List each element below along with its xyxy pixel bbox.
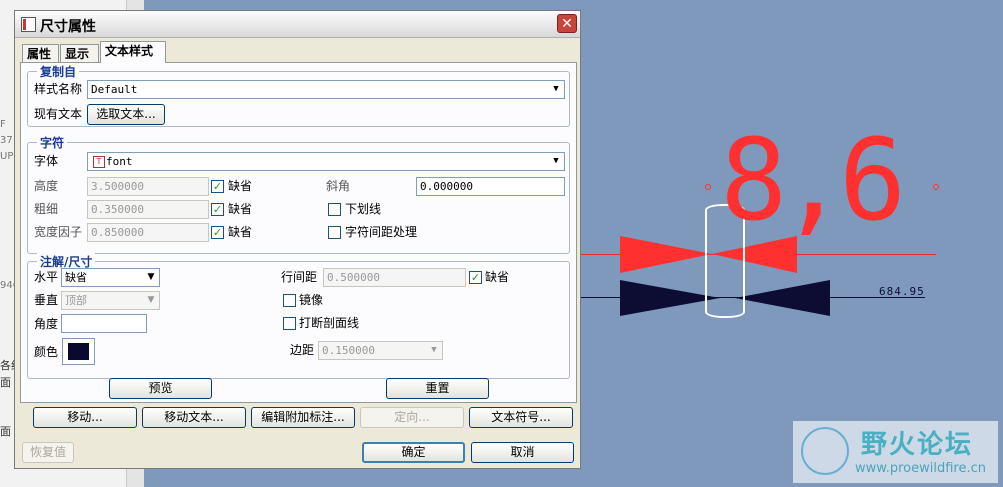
width-factor-label: 宽度因子 (34, 225, 83, 239)
break-hatch-label: 打断剖面线 (299, 316, 360, 330)
red-annotation-text[interactable]: 8,6 (720, 125, 906, 237)
width-factor-default-checkbox[interactable]: ✓ (211, 226, 224, 239)
dialog-title: 尺寸属性 (40, 19, 96, 35)
preview-button[interactable]: 预览 (109, 378, 212, 399)
line-spacing-default-label: 缺省 (485, 270, 510, 284)
height-label: 高度 (34, 179, 59, 193)
angle-input[interactable] (61, 314, 147, 333)
dimension-properties-dialog: 尺寸属性 ✕ 属性 显示 文本样式 复制自 样式名称 Default ▼ 现有文… (14, 10, 581, 469)
width-factor-input[interactable]: 0.850000 (87, 223, 209, 242)
margin-value: 0.150000 (322, 344, 375, 357)
red-arrow-left (620, 236, 712, 273)
dark-arrow-right (735, 280, 830, 316)
cancel-button[interactable]: 取消 (471, 442, 574, 463)
butterfly-logo-icon (801, 427, 849, 475)
chevron-down-icon: ▼ (553, 156, 559, 166)
restore-button[interactable]: 恢复值 (22, 442, 74, 463)
line-spacing-input[interactable]: 0.500000 (323, 268, 466, 287)
tab-properties[interactable]: 属性 (22, 44, 59, 62)
select-text-button[interactable]: 选取文本... (87, 104, 165, 125)
slant-label: 斜角 (326, 179, 351, 193)
height-input[interactable]: 3.500000 (87, 177, 209, 196)
dimension-value: 684.95 (879, 285, 925, 298)
ok-button[interactable]: 确定 (362, 442, 465, 463)
tab-text-style[interactable]: 文本样式 (100, 41, 166, 63)
style-name-value: Default (91, 83, 138, 96)
dialog-app-icon (21, 17, 36, 32)
color-swatch-button[interactable] (62, 338, 95, 365)
text-handle[interactable] (933, 184, 939, 190)
line-spacing-label: 行间距 (281, 270, 318, 284)
existing-text-label: 现有文本 (34, 107, 83, 121)
group-legend: 复制自 (37, 63, 80, 80)
break-hatch-checkbox[interactable] (283, 317, 296, 330)
font-label: 字体 (34, 154, 59, 168)
font-select[interactable]: font ▼ (87, 152, 565, 171)
watermark-title: 野火论坛 (861, 430, 974, 460)
dialog-titlebar[interactable]: 尺寸属性 ✕ (15, 11, 580, 38)
chevron-down-icon: ▼ (147, 272, 155, 282)
font-value: font (106, 155, 133, 168)
vertical-value: 顶部 (65, 294, 87, 307)
height-default-label: 缺省 (228, 179, 253, 193)
thickness-default-checkbox[interactable]: ✓ (211, 203, 224, 216)
height-default-checkbox[interactable]: ✓ (211, 180, 224, 193)
color-label: 颜色 (34, 345, 59, 359)
horizontal-label: 水平 (34, 270, 59, 284)
mirror-checkbox[interactable] (283, 294, 296, 307)
edit-attached-button[interactable]: 编辑附加标注... (251, 407, 355, 428)
color-swatch (68, 343, 89, 360)
chevron-down-icon: ▼ (431, 345, 437, 355)
kerning-checkbox[interactable] (328, 226, 341, 239)
vertical-select[interactable]: 顶部 ▼ (61, 291, 160, 310)
margin-label: 边距 (290, 343, 315, 357)
group-legend: 字符 (37, 134, 68, 151)
style-name-label: 样式名称 (34, 82, 83, 96)
underline-label: 下划线 (345, 202, 382, 216)
thickness-label: 粗细 (34, 202, 59, 216)
chevron-down-icon: ▼ (553, 84, 559, 94)
tab-display[interactable]: 显示 (60, 44, 99, 62)
style-name-select[interactable]: Default ▼ (87, 80, 565, 99)
forum-watermark: 野火论坛 www.proewildfire.cn (793, 421, 998, 483)
watermark-url: www.proewildfire.cn (855, 461, 986, 476)
font-type-icon: T (93, 156, 105, 168)
text-handle[interactable] (705, 184, 711, 190)
thickness-input[interactable]: 0.350000 (87, 200, 209, 219)
move-text-button[interactable]: 移动文本... (142, 407, 246, 428)
orient-button[interactable]: 定向... (360, 407, 464, 428)
underline-checkbox[interactable] (328, 203, 341, 216)
angle-label: 角度 (34, 317, 59, 331)
width-factor-default-label: 缺省 (228, 225, 253, 239)
slant-input[interactable]: 0.000000 (416, 177, 565, 196)
thickness-default-label: 缺省 (228, 202, 253, 216)
kerning-label: 字符间距处理 (345, 225, 418, 239)
move-button[interactable]: 移动... (33, 407, 137, 428)
chevron-down-icon: ▼ (147, 295, 155, 305)
mirror-label: 镜像 (299, 293, 324, 307)
close-button[interactable]: ✕ (557, 14, 577, 33)
margin-select[interactable]: 0.150000 ▼ (318, 341, 443, 360)
horizontal-value: 缺省 (65, 271, 87, 284)
horizontal-select[interactable]: 缺省 ▼ (61, 268, 160, 287)
text-symbol-button[interactable]: 文本符号... (469, 407, 573, 428)
line-spacing-default-checkbox[interactable]: ✓ (469, 271, 482, 284)
reset-button[interactable]: 重置 (386, 378, 489, 399)
vertical-label: 垂直 (34, 293, 59, 307)
